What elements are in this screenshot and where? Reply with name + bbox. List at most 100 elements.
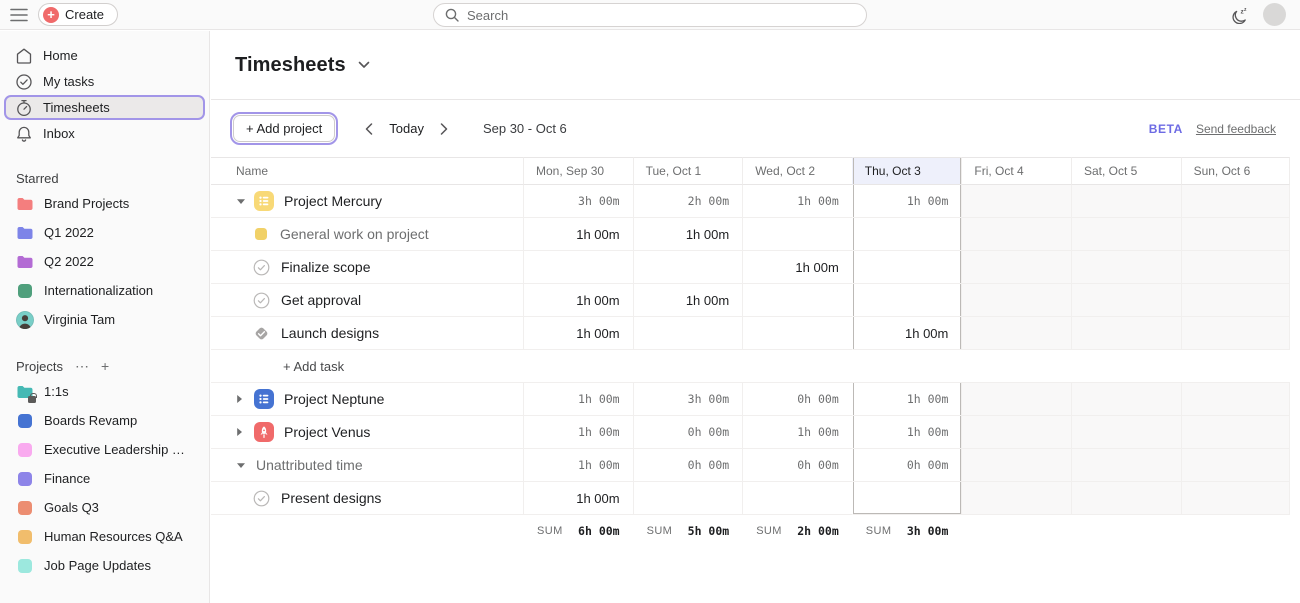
time-cell[interactable] bbox=[852, 251, 962, 284]
project-name[interactable]: Unattributed time bbox=[256, 457, 363, 473]
time-cell[interactable]: 3h 00m bbox=[633, 383, 743, 416]
title-dropdown-chevron-icon[interactable] bbox=[358, 61, 370, 69]
time-cell[interactable] bbox=[1071, 383, 1181, 416]
time-cell[interactable]: 1h 00m bbox=[852, 383, 962, 416]
task-name[interactable]: Launch designs bbox=[281, 325, 379, 341]
time-cell[interactable] bbox=[633, 251, 743, 284]
time-cell[interactable] bbox=[1181, 218, 1291, 251]
time-cell[interactable] bbox=[852, 284, 962, 317]
time-cell[interactable] bbox=[1181, 185, 1291, 218]
caret-right-icon[interactable] bbox=[236, 394, 246, 404]
time-cell[interactable] bbox=[742, 317, 852, 350]
time-cell[interactable] bbox=[1181, 284, 1291, 317]
time-cell[interactable]: 1h 00m bbox=[852, 317, 962, 350]
task-name[interactable]: Finalize scope bbox=[281, 259, 371, 275]
time-cell[interactable] bbox=[1071, 416, 1181, 449]
time-cell[interactable]: 1h 00m bbox=[523, 449, 633, 482]
time-cell[interactable] bbox=[852, 482, 962, 515]
time-cell[interactable] bbox=[961, 251, 1071, 284]
task-name[interactable]: Get approval bbox=[281, 292, 361, 308]
time-cell[interactable] bbox=[633, 482, 743, 515]
time-cell[interactable] bbox=[961, 449, 1071, 482]
time-cell[interactable]: 2h 00m bbox=[633, 185, 743, 218]
time-cell[interactable]: 1h 00m bbox=[633, 218, 743, 251]
time-cell[interactable]: 1h 00m bbox=[523, 482, 633, 515]
sidebar-item-executive-leadership-gr[interactable]: Executive Leadership Gr... bbox=[0, 435, 209, 464]
section-add-icon[interactable]: + bbox=[101, 361, 109, 371]
time-cell[interactable]: 0h 00m bbox=[852, 449, 962, 482]
time-cell[interactable] bbox=[961, 482, 1071, 515]
sidebar-item-human-resources-q-a[interactable]: Human Resources Q&A bbox=[0, 522, 209, 551]
project-name[interactable]: Project Neptune bbox=[284, 391, 384, 407]
time-cell[interactable] bbox=[1071, 482, 1181, 515]
time-cell[interactable] bbox=[961, 383, 1071, 416]
time-cell[interactable] bbox=[961, 416, 1071, 449]
time-cell[interactable] bbox=[961, 185, 1071, 218]
time-cell[interactable] bbox=[1181, 317, 1291, 350]
section-more-icon[interactable]: ⋯ bbox=[75, 361, 89, 371]
time-cell[interactable]: 1h 00m bbox=[852, 416, 962, 449]
send-feedback-link[interactable]: Send feedback bbox=[1196, 122, 1276, 136]
sidebar-item-q2-2022[interactable]: Q2 2022 bbox=[0, 247, 209, 276]
time-cell[interactable] bbox=[1181, 383, 1291, 416]
time-cell[interactable] bbox=[1071, 317, 1181, 350]
previous-week-chevron-icon[interactable] bbox=[359, 119, 379, 139]
time-cell[interactable] bbox=[742, 284, 852, 317]
time-cell[interactable]: 1h 00m bbox=[523, 317, 633, 350]
time-cell[interactable] bbox=[961, 317, 1071, 350]
today-button[interactable]: Today bbox=[389, 121, 424, 136]
sidebar-item-timesheets[interactable]: Timesheets bbox=[4, 95, 205, 120]
user-avatar[interactable] bbox=[1263, 3, 1286, 26]
time-cell[interactable] bbox=[1071, 284, 1181, 317]
sidebar-item-internationalization[interactable]: Internationalization bbox=[0, 276, 209, 305]
time-cell[interactable]: 0h 00m bbox=[742, 449, 852, 482]
time-cell[interactable]: 0h 00m bbox=[633, 449, 743, 482]
add-project-button[interactable]: + Add project bbox=[233, 115, 335, 142]
task-check-circle-icon[interactable] bbox=[253, 292, 270, 309]
task-name[interactable]: General work on project bbox=[280, 226, 429, 242]
time-cell[interactable] bbox=[742, 482, 852, 515]
time-cell[interactable] bbox=[1071, 218, 1181, 251]
sidebar-item-finance[interactable]: Finance bbox=[0, 464, 209, 493]
time-cell[interactable]: 1h 00m bbox=[852, 185, 962, 218]
time-cell[interactable]: 1h 00m bbox=[523, 416, 633, 449]
sidebar-item-virginia-tam[interactable]: Virginia Tam bbox=[0, 305, 209, 334]
time-cell[interactable]: 1h 00m bbox=[742, 416, 852, 449]
time-cell[interactable] bbox=[961, 284, 1071, 317]
time-cell[interactable]: 0h 00m bbox=[633, 416, 743, 449]
sidebar-item-1-1s[interactable]: 1:1s bbox=[0, 377, 209, 406]
task-check-circle-icon[interactable] bbox=[253, 259, 270, 276]
time-cell[interactable] bbox=[961, 218, 1071, 251]
time-cell[interactable]: 0h 00m bbox=[742, 383, 852, 416]
milestone-completed-icon[interactable] bbox=[253, 325, 270, 342]
project-name[interactable]: Project Mercury bbox=[284, 193, 382, 209]
sidebar-item-goals-q3[interactable]: Goals Q3 bbox=[0, 493, 209, 522]
caret-down-icon[interactable] bbox=[236, 462, 246, 469]
time-cell[interactable]: 1h 00m bbox=[742, 185, 852, 218]
task-check-circle-icon[interactable] bbox=[253, 490, 270, 507]
time-cell[interactable] bbox=[1071, 251, 1181, 284]
time-cell[interactable] bbox=[1181, 251, 1291, 284]
do-not-disturb-moon-icon[interactable]: z z bbox=[1231, 6, 1250, 24]
time-cell[interactable] bbox=[1181, 416, 1291, 449]
sidebar-item-home[interactable]: Home bbox=[4, 43, 205, 68]
sidebar-item-my-tasks[interactable]: My tasks bbox=[4, 69, 205, 94]
next-week-chevron-icon[interactable] bbox=[434, 119, 454, 139]
time-cell[interactable] bbox=[1071, 185, 1181, 218]
time-cell[interactable]: 1h 00m bbox=[742, 251, 852, 284]
sidebar-item-boards-revamp[interactable]: Boards Revamp bbox=[0, 406, 209, 435]
time-cell[interactable]: 1h 00m bbox=[523, 383, 633, 416]
time-cell[interactable]: 1h 00m bbox=[523, 218, 633, 251]
time-cell[interactable] bbox=[633, 317, 743, 350]
sidebar-item-job-page-updates[interactable]: Job Page Updates bbox=[0, 551, 209, 580]
time-cell[interactable]: 1h 00m bbox=[633, 284, 743, 317]
add-task-button[interactable]: + Add task bbox=[211, 350, 1290, 383]
caret-down-icon[interactable] bbox=[236, 198, 246, 205]
time-cell[interactable] bbox=[1181, 449, 1291, 482]
search-input[interactable]: Search bbox=[433, 3, 867, 27]
sidebar-item-brand-projects[interactable]: Brand Projects bbox=[0, 189, 209, 218]
create-button[interactable]: + Create bbox=[38, 3, 118, 26]
time-cell[interactable] bbox=[742, 218, 852, 251]
time-cell[interactable]: 1h 00m bbox=[523, 284, 633, 317]
time-cell[interactable] bbox=[1181, 482, 1291, 515]
